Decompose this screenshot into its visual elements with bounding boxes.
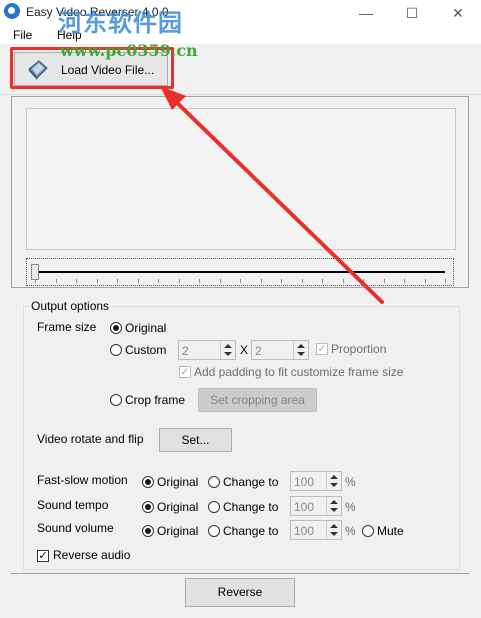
annotation-arrow [160, 86, 384, 304]
